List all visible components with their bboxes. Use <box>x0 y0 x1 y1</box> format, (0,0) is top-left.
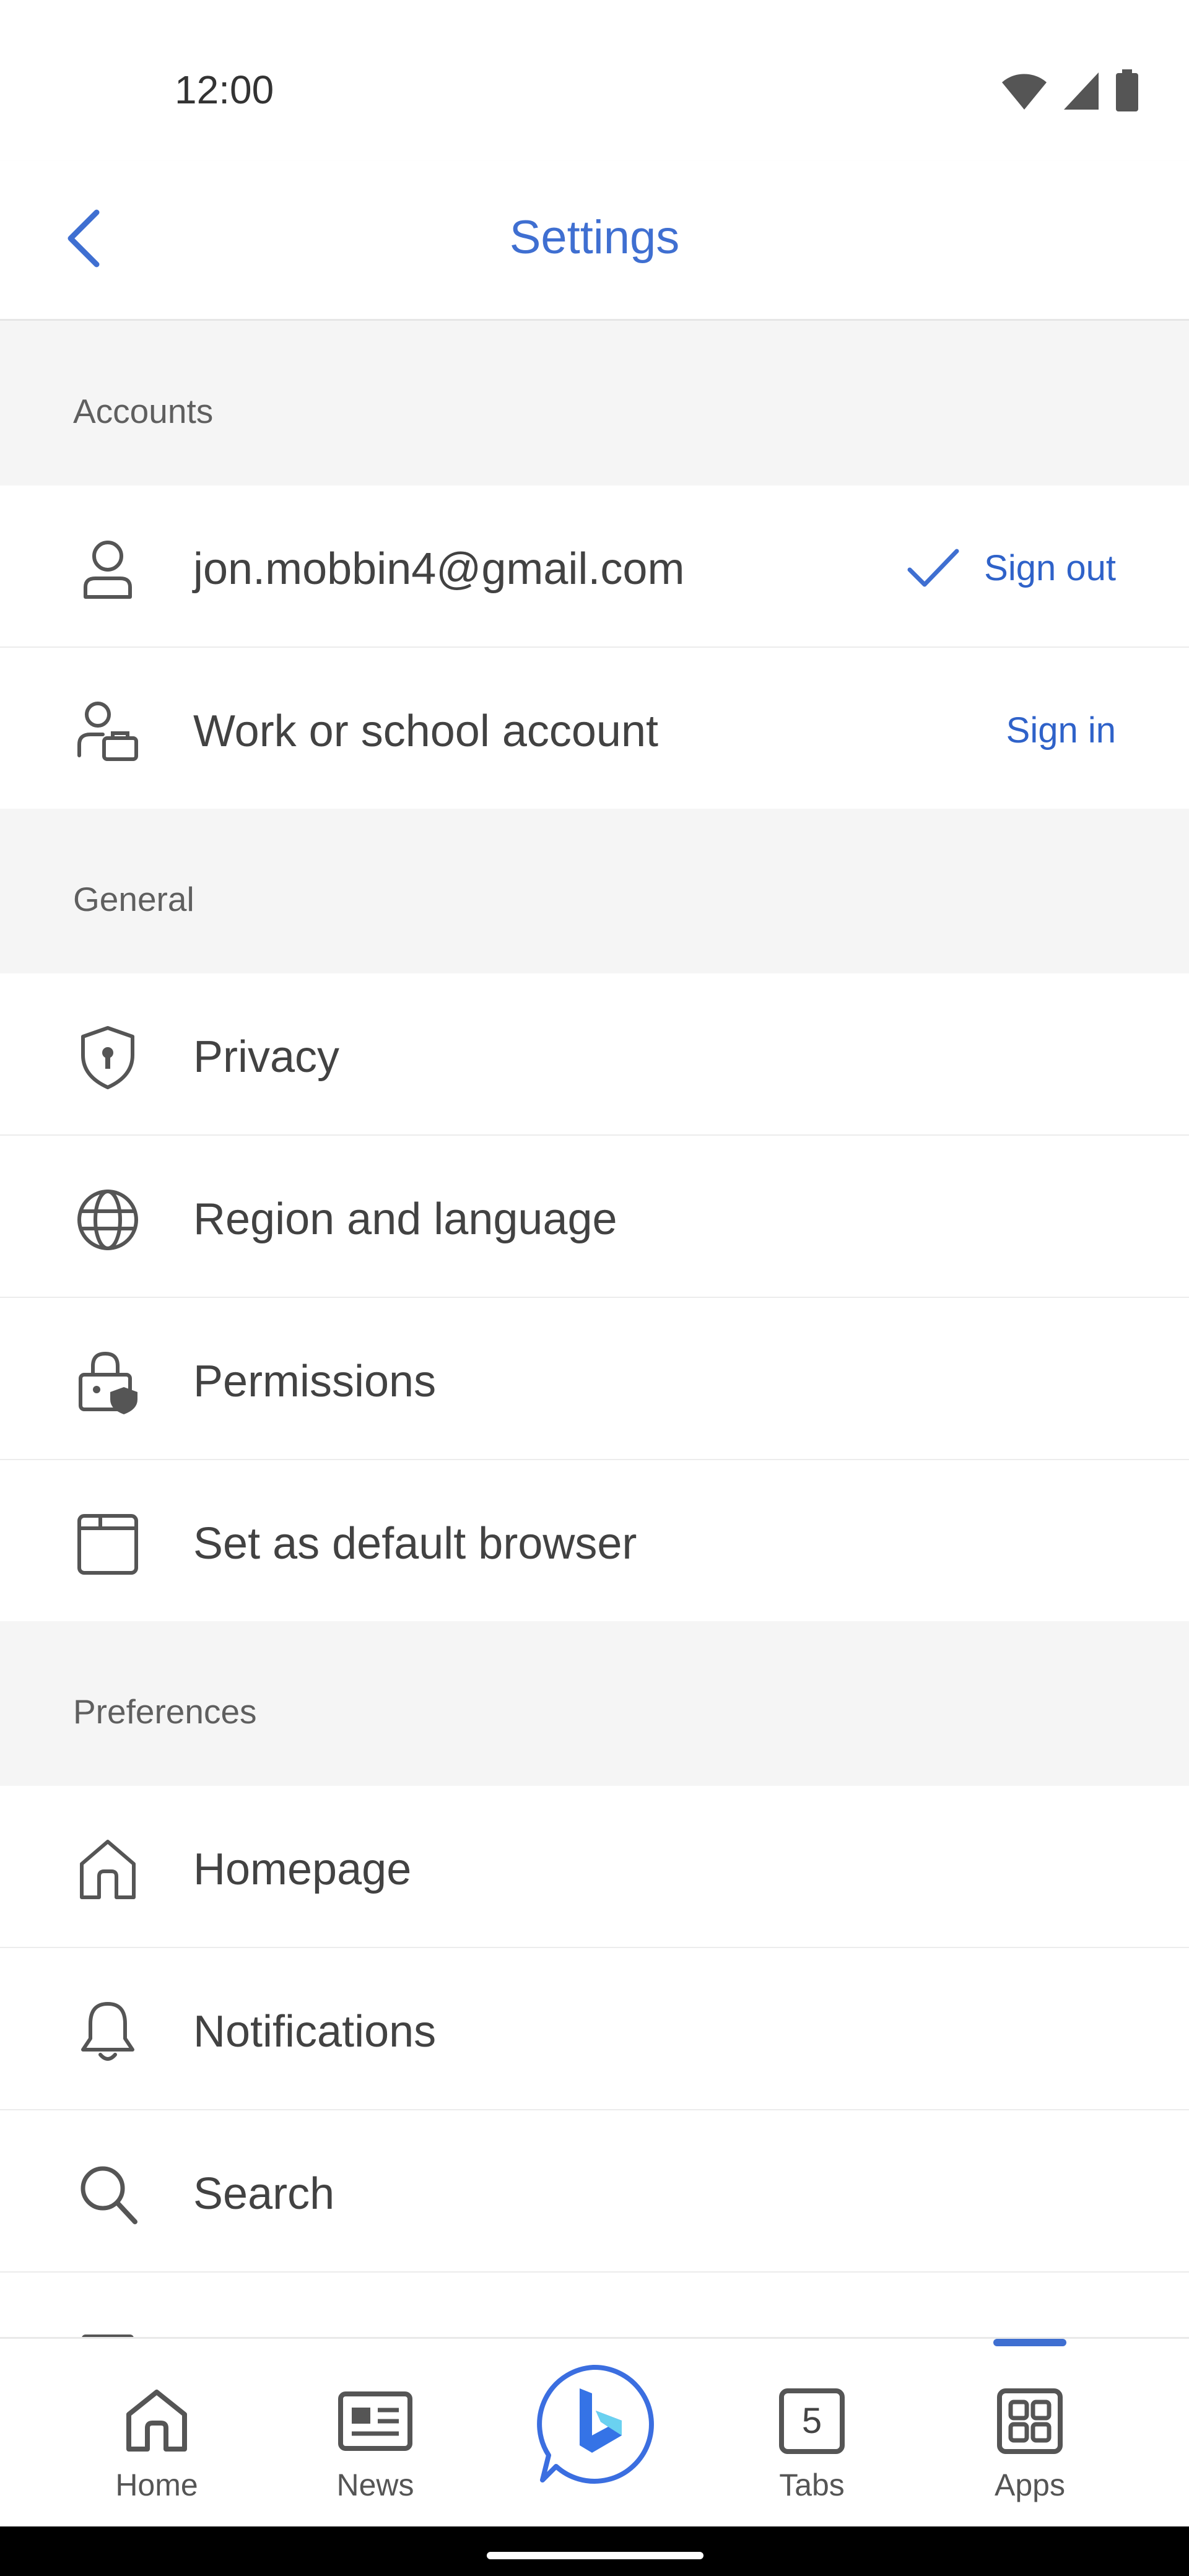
settings-item-notifications[interactable]: Notifications <box>0 1948 1189 2110</box>
shield-keyhole-icon <box>73 1023 142 1092</box>
work-account-icon <box>73 697 142 767</box>
nav-label: Apps <box>995 2468 1065 2502</box>
settings-item-label: Homepage <box>193 1845 412 1894</box>
settings-item-homepage[interactable]: Homepage <box>0 1786 1189 1948</box>
settings-item-personalize[interactable]: Personalize <box>0 2273 1189 2347</box>
settings-item-region-language[interactable]: Region and language <box>0 1136 1189 1298</box>
search-icon <box>73 2160 142 2229</box>
account-row-work[interactable]: Work or school account Sign in <box>0 648 1189 809</box>
nav-label: Tabs <box>779 2468 845 2502</box>
settings-item-label: Search <box>193 2169 335 2219</box>
settings-item-privacy[interactable]: Privacy <box>0 973 1189 1136</box>
settings-item-search[interactable]: Search <box>0 2110 1189 2273</box>
browser-window-icon <box>73 1510 142 1579</box>
bottom-navigation: Home News 5 Tabs Apps <box>0 2337 1189 2528</box>
work-account-label: Work or school account <box>193 707 659 756</box>
cellular-signal-icon <box>1064 72 1099 110</box>
sign-in-label: Sign in <box>1006 710 1116 751</box>
sign-out-label: Sign out <box>984 548 1116 588</box>
settings-item-permissions[interactable]: Permissions <box>0 1298 1189 1460</box>
section-title: Preferences <box>73 1692 257 1731</box>
status-icons <box>1001 69 1139 113</box>
home-gesture-handle[interactable] <box>487 2552 703 2559</box>
sign-in-button[interactable]: Sign in <box>1006 710 1116 751</box>
settings-item-label: Region and language <box>193 1194 617 1244</box>
system-gesture-bar <box>0 2526 1189 2576</box>
battery-icon <box>1116 69 1138 111</box>
account-email: jon.mobbin4@gmail.com <box>193 544 685 594</box>
nav-news[interactable]: News <box>298 2339 453 2528</box>
status-time: 12:00 <box>175 67 274 112</box>
nav-label: Home <box>115 2468 198 2502</box>
settings-item-label: Set as default browser <box>193 1519 637 1569</box>
home-icon <box>73 1835 142 1905</box>
section-title: Accounts <box>73 392 214 430</box>
settings-item-label: Notifications <box>193 2007 437 2056</box>
apps-grid-icon <box>990 2382 1070 2460</box>
person-icon <box>73 535 142 604</box>
wifi-icon <box>1002 74 1047 110</box>
section-header-preferences: Preferences <box>0 1621 1189 1786</box>
sign-out-button[interactable]: Sign out <box>907 547 1116 589</box>
home-icon <box>116 2382 197 2460</box>
nav-home[interactable]: Home <box>79 2339 234 2528</box>
bell-icon <box>73 1998 142 2067</box>
account-row-personal[interactable]: jon.mobbin4@gmail.com Sign out <box>0 485 1189 648</box>
section-header-general: General <box>0 809 1189 973</box>
tabs-icon: 5 <box>772 2382 852 2460</box>
globe-icon <box>73 1185 142 1255</box>
section-header-accounts: Accounts <box>0 321 1189 485</box>
settings-item-label: Privacy <box>193 1032 340 1082</box>
settings-list: Accounts jon.mobbin4@gmail.com Sign out <box>0 321 1189 2347</box>
newspaper-icon <box>335 2382 416 2460</box>
nav-tabs[interactable]: 5 Tabs <box>734 2339 889 2528</box>
nav-apps[interactable]: Apps <box>952 2339 1107 2528</box>
nav-label: News <box>336 2468 414 2502</box>
status-bar: 12:00 <box>0 0 1189 161</box>
settings-item-default-browser[interactable]: Set as default browser <box>0 1460 1189 1621</box>
app-bar: Settings <box>0 161 1189 321</box>
section-title: General <box>73 880 194 918</box>
settings-item-label: Permissions <box>193 1357 437 1406</box>
lock-shield-icon <box>73 1347 142 1417</box>
checkmark-icon <box>907 549 959 586</box>
bing-chat-icon <box>537 2364 654 2484</box>
bing-chat-button[interactable] <box>531 2362 655 2486</box>
page-title: Settings <box>509 211 680 264</box>
tab-count: 5 <box>801 2401 822 2441</box>
